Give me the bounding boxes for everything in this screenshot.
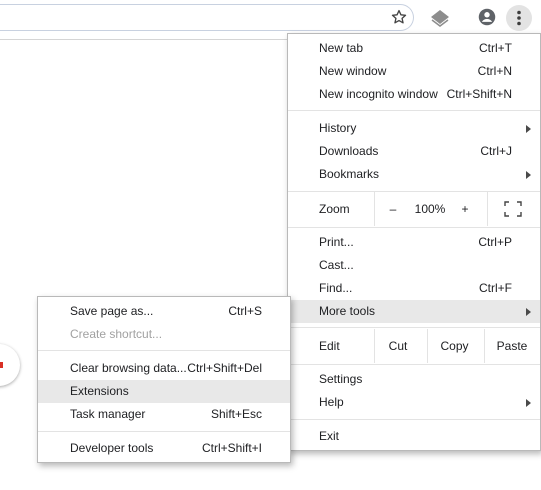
page-partial-button[interactable]	[0, 344, 20, 386]
menu-item-label: Developer tools	[70, 441, 154, 455]
zoom-row: Zoom – 100% +	[288, 192, 540, 226]
submenu-item-save-page[interactable]: Save page as... Ctrl+S	[38, 300, 290, 323]
menu-separator	[288, 110, 540, 111]
extension-layers-icon[interactable]	[430, 9, 450, 27]
menu-item-label: New incognito window	[319, 87, 438, 101]
chevron-right-icon	[526, 308, 531, 316]
menu-item-downloads[interactable]: Downloads Ctrl+J	[288, 140, 540, 163]
submenu-item-clear-browsing-data[interactable]: Clear browsing data... Ctrl+Shift+Del	[38, 357, 290, 380]
menu-separator	[288, 327, 540, 328]
submenu-item-extensions[interactable]: Extensions	[38, 380, 290, 403]
menu-separator	[288, 419, 540, 420]
cut-button[interactable]: Cut	[375, 329, 421, 363]
more-vert-icon[interactable]	[506, 5, 532, 31]
menu-item-label: Task manager	[70, 407, 146, 421]
shortcut-label: Ctrl+S	[228, 304, 262, 318]
zoom-in-button[interactable]: +	[454, 192, 476, 226]
menu-item-exit[interactable]: Exit	[288, 425, 540, 448]
chevron-right-icon	[526, 125, 531, 133]
toolbar-divider	[0, 39, 288, 40]
zoom-level: 100%	[414, 202, 446, 216]
menu-item-label: More tools	[319, 304, 376, 318]
menu-item-new-tab[interactable]: New tab Ctrl+T	[288, 37, 540, 60]
account-circle-icon[interactable]	[478, 8, 496, 26]
menu-separator	[38, 431, 290, 432]
address-bar[interactable]	[0, 4, 414, 31]
zoom-divider	[487, 192, 488, 226]
menu-item-new-incognito-window[interactable]: New incognito window Ctrl+Shift+N	[288, 83, 540, 106]
menu-item-label: Find...	[319, 281, 353, 295]
more-tools-submenu: Save page as... Ctrl+S Create shortcut..…	[37, 296, 291, 463]
chevron-right-icon	[526, 399, 531, 407]
shortcut-label: Ctrl+Shift+I	[201, 441, 262, 455]
menu-item-help[interactable]: Help	[288, 391, 540, 414]
shortcut-label: Ctrl+T	[479, 41, 512, 55]
menu-item-label: Cast...	[319, 258, 354, 272]
menu-item-label: New tab	[319, 41, 364, 55]
menu-separator	[288, 227, 540, 228]
menu-item-label: Settings	[319, 372, 363, 386]
chrome-main-menu: New tab Ctrl+T New window Ctrl+N New inc…	[287, 33, 541, 451]
zoom-label: Zoom	[319, 202, 350, 216]
edit-row: Edit Cut Copy Paste	[288, 329, 540, 363]
menu-item-label: New window	[319, 64, 387, 78]
submenu-item-create-shortcut: Create shortcut...	[38, 323, 290, 346]
menu-separator	[38, 350, 290, 351]
fullscreen-icon[interactable]	[504, 201, 522, 217]
shortcut-label: Ctrl+Shift+N	[446, 87, 512, 101]
menu-item-label: Print...	[319, 235, 354, 249]
menu-item-bookmarks[interactable]: Bookmarks	[288, 163, 540, 186]
menu-item-label: History	[319, 121, 357, 135]
menu-item-label: Downloads	[319, 144, 379, 158]
menu-item-label: Clear browsing data...	[70, 361, 187, 375]
shortcut-label: Ctrl+N	[477, 64, 512, 78]
edit-label: Edit	[319, 339, 340, 353]
menu-item-more-tools[interactable]: More tools	[288, 300, 540, 323]
menu-item-find[interactable]: Find... Ctrl+F	[288, 277, 540, 300]
copy-button[interactable]: Copy	[428, 329, 481, 363]
menu-item-label: Exit	[319, 429, 340, 443]
submenu-item-task-manager[interactable]: Task manager Shift+Esc	[38, 403, 290, 426]
shortcut-label: Ctrl+P	[478, 235, 512, 249]
shortcut-label: Shift+Esc	[210, 407, 262, 421]
menu-item-label: Help	[319, 395, 344, 409]
star-icon[interactable]	[390, 8, 408, 26]
menu-item-history[interactable]: History	[288, 117, 540, 140]
menu-separator	[288, 364, 540, 365]
chevron-right-icon	[526, 171, 531, 179]
paste-button[interactable]: Paste	[485, 329, 539, 363]
submenu-item-developer-tools[interactable]: Developer tools Ctrl+Shift+I	[38, 437, 290, 460]
zoom-divider	[374, 192, 375, 226]
menu-item-label: Bookmarks	[319, 167, 380, 181]
menu-item-print[interactable]: Print... Ctrl+P	[288, 231, 540, 254]
menu-item-new-window[interactable]: New window Ctrl+N	[288, 60, 540, 83]
shortcut-label: Ctrl+F	[479, 281, 512, 295]
zoom-out-button[interactable]: –	[382, 192, 404, 226]
menu-item-label: Create shortcut...	[70, 327, 163, 341]
shortcut-label: Ctrl+J	[480, 144, 512, 158]
menu-item-label: Save page as...	[70, 304, 154, 318]
menu-item-label: Extensions	[70, 384, 129, 398]
menu-item-cast[interactable]: Cast...	[288, 254, 540, 277]
shortcut-label: Ctrl+Shift+Del	[187, 361, 262, 375]
menu-item-settings[interactable]: Settings	[288, 368, 540, 391]
